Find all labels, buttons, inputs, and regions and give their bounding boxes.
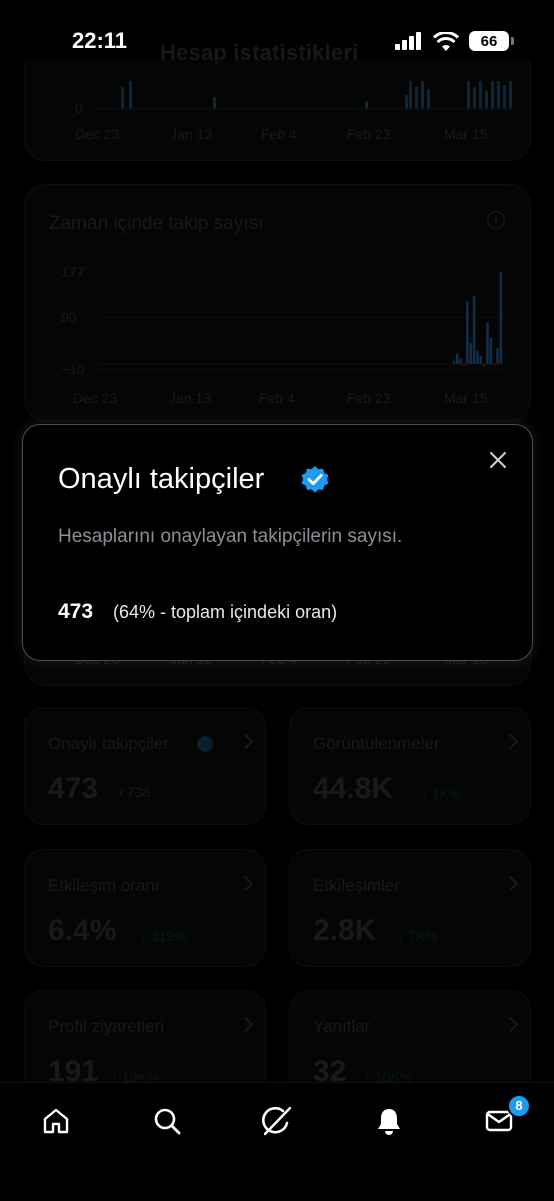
chart1-bar xyxy=(129,81,132,109)
chart1-bar xyxy=(421,81,424,109)
chart1-x-tick: Mar 15 xyxy=(444,126,488,142)
chart1-bar xyxy=(415,87,418,109)
stat-delta: ↑ 1K% xyxy=(421,786,462,802)
chart-bar xyxy=(462,363,466,366)
chart-bar xyxy=(469,343,472,364)
chart-bar xyxy=(489,337,493,364)
chevron-right-icon xyxy=(502,733,519,750)
follows-chart-svg: 177 90 −10 Dec 23 Jan 13 Feb 4 Feb 23 Mar 15 xyxy=(61,264,503,406)
battery-indicator: 66 xyxy=(469,31,509,51)
close-icon[interactable] xyxy=(485,447,511,473)
wifi-icon xyxy=(433,31,459,51)
stat-label: Profil ziyaretleri xyxy=(48,1017,165,1036)
stat-value: 2.8K xyxy=(313,914,377,947)
chart-bar xyxy=(459,358,462,364)
chart-y-tick: −10 xyxy=(61,361,85,377)
chart-bar xyxy=(496,348,499,364)
stat-label: Etkileşimler xyxy=(313,876,400,895)
chart1-bar xyxy=(473,87,476,109)
grok-icon xyxy=(262,1106,292,1136)
chart-x-tick: Dec 23 xyxy=(73,390,118,406)
chart1-x-tick: Feb 23 xyxy=(347,126,391,142)
chart-x-tick: Feb 23 xyxy=(347,390,391,406)
chevron-right-icon xyxy=(237,733,254,750)
notifications-icon xyxy=(378,1109,400,1135)
chart1-x-tick: Feb 4 xyxy=(261,126,297,142)
chart1-bar xyxy=(485,91,488,109)
battery-tip xyxy=(511,37,514,45)
verified-followers-popup: Onaylı takipçiler Hesaplarını onaylayan … xyxy=(22,424,533,661)
stat-label: Onaylı takipçiler xyxy=(48,734,169,753)
chart-bar xyxy=(482,363,486,367)
home-icon xyxy=(43,1108,69,1134)
follows-chart-card: Zaman içinde takip sayısı i 177 90 −10 Dec … xyxy=(24,184,531,422)
stat-label: Etkileşim oranı xyxy=(48,876,160,895)
popup-ratio: (64% - toplam içindeki oran) xyxy=(113,602,338,622)
chart-bar xyxy=(486,322,489,364)
stat-value: 44.8K xyxy=(313,772,394,805)
chart-bar xyxy=(456,353,459,364)
bottom-nav xyxy=(0,1082,554,1201)
chart1-bar xyxy=(503,85,506,109)
stat-value: 473 xyxy=(48,772,99,805)
nav-home[interactable] xyxy=(36,1101,76,1141)
chart1-x-tick: Dec 23 xyxy=(75,126,120,142)
popup-description: Hesaplarını onaylayan takipçilerin sayıs… xyxy=(58,526,403,547)
chart-y-tick: 177 xyxy=(61,264,85,280)
verified-badge-icon xyxy=(197,736,213,752)
chart-x-tick: Jan 13 xyxy=(169,390,211,406)
cellular-signal-icon xyxy=(395,32,421,50)
chart1-bar xyxy=(467,81,470,109)
stat-card-engagements[interactable]: Etkileşimler 2.8K ↑ 7K% xyxy=(289,849,531,967)
chart1-bar xyxy=(405,95,408,109)
chevron-right-icon xyxy=(237,1016,254,1033)
messages-badge: 8 xyxy=(507,1094,531,1118)
popup-title: Onaylı takipçiler xyxy=(58,463,265,495)
chart1-bar xyxy=(491,81,494,109)
nav-grok[interactable] xyxy=(257,1101,297,1141)
stat-card-engagement-rate[interactable]: Etkileşim oranı 6.4% ↑ 319% xyxy=(24,849,266,967)
chart1-bars xyxy=(95,81,515,110)
nav-search[interactable] xyxy=(147,1101,187,1141)
search-icon xyxy=(154,1108,181,1135)
chart-x-tick: Mar 15 xyxy=(444,390,488,406)
chart1-bar xyxy=(497,81,500,109)
chart-y-tick: 90 xyxy=(61,309,77,325)
chart1-bar xyxy=(409,81,412,109)
chart-bar xyxy=(466,301,469,364)
stat-delta: ↑ 319% xyxy=(140,928,187,944)
chart-bar xyxy=(499,272,503,364)
status-icons: 66 xyxy=(395,31,514,51)
chart1-y-label: 0 xyxy=(75,100,83,116)
chart-card-1: 0 Dec 23 Jan 13 Feb 4 Feb 23 Mar 15 xyxy=(24,60,531,161)
chart1-bar xyxy=(121,87,124,109)
chevron-right-icon xyxy=(502,875,519,892)
chart1-bar xyxy=(427,89,430,109)
chart-bar xyxy=(479,356,483,364)
chart1-bar xyxy=(365,101,368,109)
nav-notifications[interactable] xyxy=(369,1101,409,1141)
chart1-bar xyxy=(509,81,512,109)
chart-bar xyxy=(476,350,479,364)
chart-bar xyxy=(452,361,456,364)
chart1-bar xyxy=(213,97,216,109)
stat-card-verified-followers[interactable]: Onaylı takipçiler 473 / 738 xyxy=(24,707,266,825)
chevron-right-icon xyxy=(237,875,254,892)
stat-card-impressions[interactable]: Görüntülenmeler 44.8K ↑ 1K% xyxy=(289,707,531,825)
stat-delta: ↑ 7K% xyxy=(397,928,438,944)
status-time: 22:11 xyxy=(72,28,128,53)
stat-label: Görüntülenmeler xyxy=(313,734,440,753)
stat-total: / 738 xyxy=(119,784,151,800)
chart-x-tick: Feb 4 xyxy=(259,390,295,406)
chart-bar xyxy=(472,296,476,364)
verified-badge-icon xyxy=(301,466,329,493)
popup-value: 473 xyxy=(58,600,94,623)
chevron-right-icon xyxy=(502,1016,519,1033)
stat-value: 6.4% xyxy=(48,914,117,947)
chart1-x-tick: Jan 13 xyxy=(170,126,213,142)
chart-bar xyxy=(492,363,496,366)
stat-label: Yanıtlar xyxy=(313,1017,371,1036)
chart1-bar xyxy=(479,81,482,109)
